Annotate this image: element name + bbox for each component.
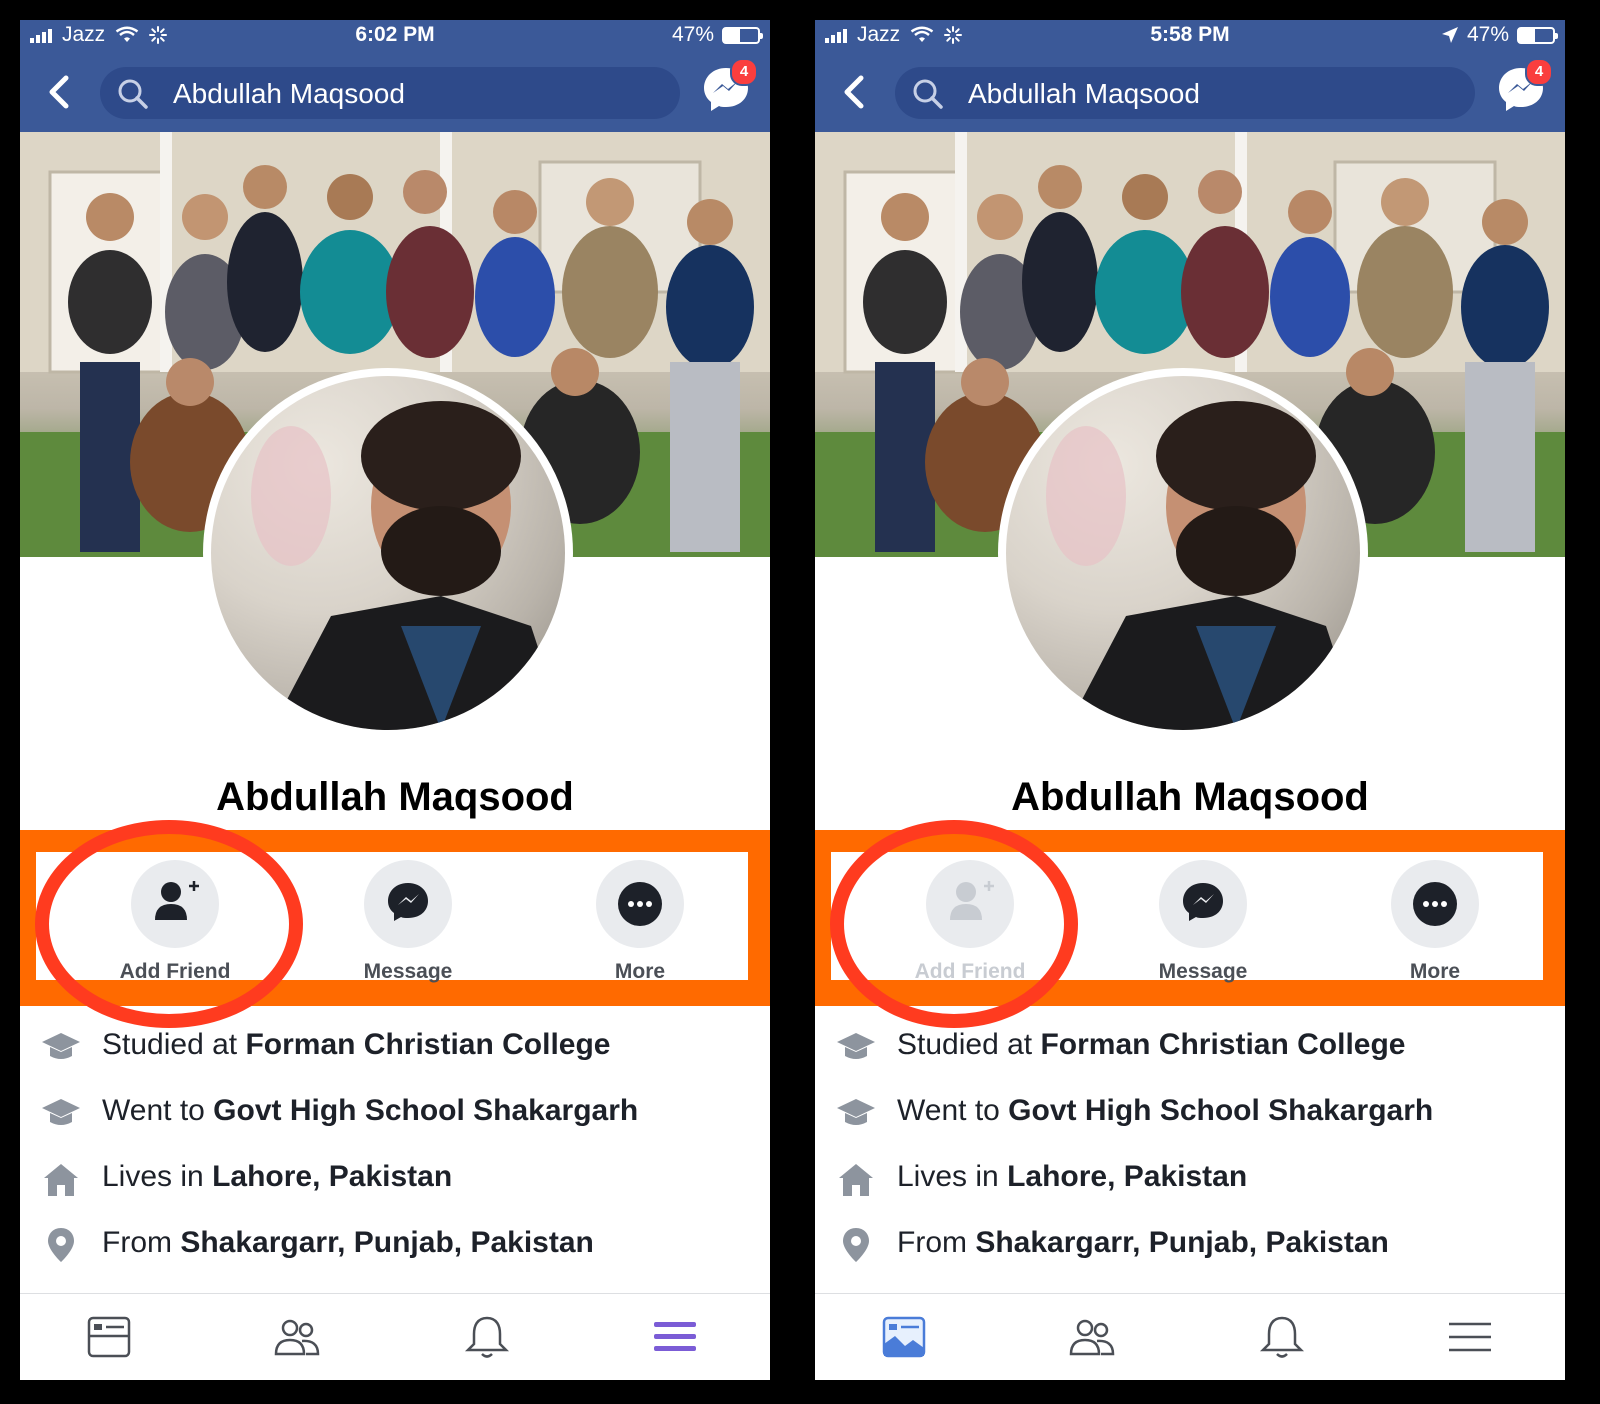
- about-hometown[interactable]: From Shakargarr, Punjab, Pakistan: [20, 1214, 770, 1276]
- profile-screen-right: Jazz 5:58 PM 47% Abdullah Maqsood 4 Abdu…: [815, 20, 1565, 1380]
- battery-percent: 47%: [1466, 23, 1509, 46]
- about-text: Lives in Lahore, Pakistan: [102, 1160, 453, 1193]
- home-icon: [839, 1164, 873, 1196]
- message-label: Message: [363, 960, 453, 983]
- about-text: From Shakargarr, Punjab, Pakistan: [102, 1226, 594, 1259]
- about-hometown[interactable]: From Shakargarr, Punjab, Pakistan: [815, 1214, 1565, 1276]
- message-label: Message: [1158, 960, 1248, 983]
- message-button[interactable]: Message: [1123, 860, 1283, 984]
- location-pin-icon: [843, 1228, 869, 1262]
- annotation-circle: [35, 820, 303, 1028]
- back-arrow-icon[interactable]: [835, 70, 875, 114]
- messenger-badge: 4: [730, 58, 758, 86]
- graduation-cap-icon: [42, 1033, 80, 1059]
- graduation-cap-icon: [42, 1099, 80, 1125]
- profile-picture[interactable]: [998, 368, 1368, 738]
- home-icon: [44, 1164, 78, 1196]
- menu-icon[interactable]: [650, 1314, 700, 1360]
- nav-bar: Abdullah Maqsood 4: [815, 50, 1565, 132]
- about-education-college[interactable]: Studied at Forman Christian College: [20, 1016, 770, 1078]
- status-bar: Jazz 6:02 PM 47%: [20, 20, 770, 50]
- about-education-school[interactable]: Went to Govt High School Shakargarh: [20, 1082, 770, 1144]
- search-query: Abdullah Maqsood: [968, 78, 1200, 109]
- clock: 6:02 PM: [355, 23, 435, 46]
- news-feed-icon[interactable]: [879, 1314, 929, 1360]
- graduation-cap-icon: [837, 1099, 875, 1125]
- profile-screen-left: Jazz 6:02 PM 47% Abdullah Maqsood 4 Abdu…: [20, 20, 770, 1380]
- friends-icon[interactable]: [1067, 1314, 1117, 1360]
- about-text: From Shakargarr, Punjab, Pakistan: [897, 1226, 1389, 1259]
- menu-icon[interactable]: [1445, 1314, 1495, 1360]
- message-button[interactable]: Message: [328, 860, 488, 984]
- notifications-icon[interactable]: [462, 1314, 512, 1360]
- about-text: Went to Govt High School Shakargarh: [897, 1094, 1434, 1127]
- messenger-button[interactable]: 4: [700, 58, 758, 116]
- profile-picture[interactable]: [203, 368, 573, 738]
- location-pin-icon: [48, 1228, 74, 1262]
- search-bar[interactable]: Abdullah Maqsood: [895, 67, 1475, 119]
- status-bar: Jazz 5:58 PM 47%: [815, 20, 1565, 50]
- battery-icon: [1517, 26, 1558, 44]
- graduation-cap-icon: [837, 1033, 875, 1059]
- profile-name: Abdullah Maqsood: [1011, 775, 1369, 819]
- about-text: Studied at Forman Christian College: [102, 1028, 611, 1061]
- notifications-icon[interactable]: [1257, 1314, 1307, 1360]
- tab-bar: [20, 1293, 770, 1380]
- tab-bar: [815, 1293, 1565, 1380]
- about-text: Went to Govt High School Shakargarh: [102, 1094, 639, 1127]
- about-education-college[interactable]: Studied at Forman Christian College: [815, 1016, 1565, 1078]
- search-icon: [913, 79, 943, 109]
- battery-percent: 47%: [671, 23, 714, 46]
- news-feed-icon[interactable]: [84, 1314, 134, 1360]
- more-label: More: [614, 960, 666, 983]
- profile-name: Abdullah Maqsood: [216, 775, 574, 819]
- search-query: Abdullah Maqsood: [173, 78, 405, 109]
- search-bar[interactable]: Abdullah Maqsood: [100, 67, 680, 119]
- messenger-icon: [1183, 883, 1223, 921]
- more-label: More: [1409, 960, 1461, 983]
- more-icon: [1413, 882, 1457, 926]
- messenger-icon: [388, 883, 428, 921]
- messenger-button[interactable]: 4: [1495, 58, 1553, 116]
- location-arrow-icon: [1441, 27, 1458, 43]
- about-text: Lives in Lahore, Pakistan: [897, 1160, 1248, 1193]
- about-text: Studied at Forman Christian College: [897, 1028, 1406, 1061]
- battery-icon: [722, 26, 763, 44]
- about-current-city[interactable]: Lives in Lahore, Pakistan: [815, 1148, 1565, 1210]
- messenger-badge: 4: [1525, 58, 1553, 86]
- search-icon: [118, 79, 148, 109]
- about-education-school[interactable]: Went to Govt High School Shakargarh: [815, 1082, 1565, 1144]
- friends-icon[interactable]: [272, 1314, 322, 1360]
- more-icon: [618, 882, 662, 926]
- back-arrow-icon[interactable]: [40, 70, 80, 114]
- annotation-circle: [830, 820, 1078, 1028]
- nav-bar: Abdullah Maqsood 4: [20, 50, 770, 132]
- more-button[interactable]: More: [560, 860, 720, 984]
- about-current-city[interactable]: Lives in Lahore, Pakistan: [20, 1148, 770, 1210]
- more-button[interactable]: More: [1355, 860, 1515, 984]
